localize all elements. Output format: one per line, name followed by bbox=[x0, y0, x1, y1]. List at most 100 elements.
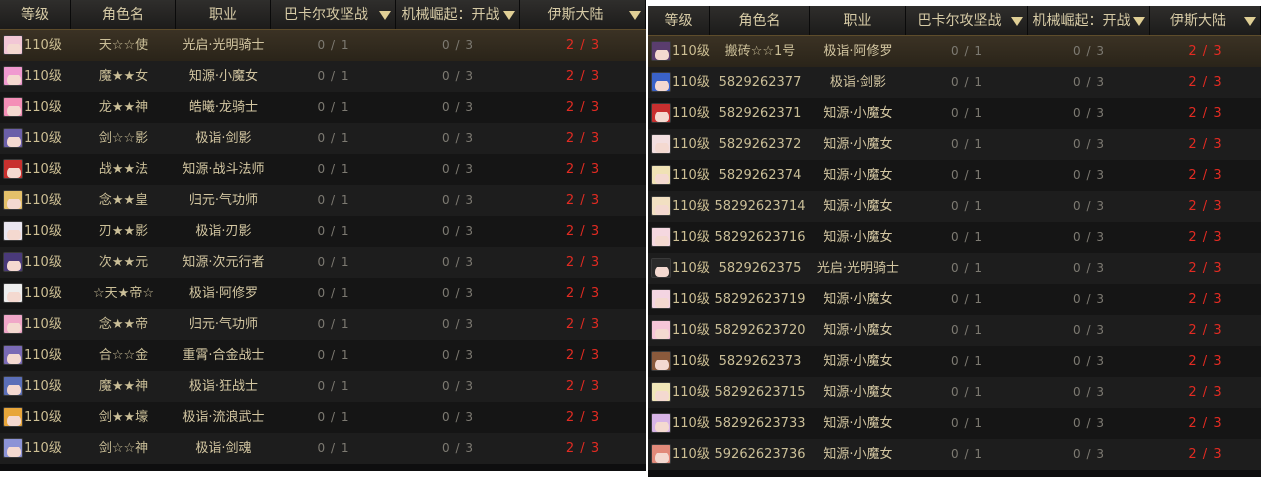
dropdown-arrow-icon bbox=[1011, 17, 1023, 26]
header-level[interactable]: 等级 bbox=[0, 0, 71, 30]
bakal-count: 0 / 1 bbox=[317, 224, 350, 238]
header-dungeon-mech-dropdown[interactable]: 机械崛起：开战 bbox=[396, 0, 520, 30]
character-name: 58292623719 bbox=[714, 292, 806, 307]
character-job: 皓曦·龙骑士 bbox=[188, 100, 259, 115]
character-row[interactable]: 110级 魔★★神 极诣·狂战士 0 / 1 0 / 3 2 / 3 bbox=[0, 371, 646, 402]
character-name: 战★★法 bbox=[98, 162, 149, 177]
character-row[interactable]: 110级 58292623714 知源·小魔女 0 / 1 0 / 3 2 / 3 bbox=[648, 191, 1261, 222]
character-name: 魔★★女 bbox=[98, 69, 149, 84]
character-row[interactable]: 110级 58292623720 知源·小魔女 0 / 1 0 / 3 2 / 3 bbox=[648, 315, 1261, 346]
istia-count: 2 / 3 bbox=[565, 69, 601, 84]
character-name: 5829262377 bbox=[718, 75, 802, 90]
character-row[interactable]: 110级 58292623715 知源·小魔女 0 / 1 0 / 3 2 / 3 bbox=[648, 377, 1261, 408]
character-level-text: 110级 bbox=[672, 75, 710, 90]
character-name: 58292623715 bbox=[714, 385, 806, 400]
character-level-text: 110级 bbox=[24, 193, 62, 208]
character-row[interactable]: 110级 合☆☆金 重霄·合金战士 0 / 1 0 / 3 2 / 3 bbox=[0, 340, 646, 371]
character-level: 110级 bbox=[0, 402, 71, 433]
character-level-text: 110级 bbox=[24, 100, 62, 115]
character-row[interactable]: 110级 5829262371 知源·小魔女 0 / 1 0 / 3 2 / 3 bbox=[648, 98, 1261, 129]
header-name[interactable]: 角色名 bbox=[71, 0, 176, 30]
character-level: 110级 bbox=[648, 160, 710, 191]
character-row[interactable]: 110级 搬砖☆☆1号 极诣·阿修罗 0 / 1 0 / 3 2 / 3 bbox=[648, 35, 1261, 68]
header-dungeon-mech-dropdown[interactable]: 机械崛起：开战 bbox=[1028, 6, 1150, 36]
mech-count: 0 / 3 bbox=[1073, 261, 1105, 275]
character-name: 合☆☆金 bbox=[98, 348, 149, 363]
character-job: 知源·小魔女 bbox=[823, 447, 893, 462]
character-level-text: 110级 bbox=[672, 385, 710, 400]
character-row[interactable]: 110级 5829262372 知源·小魔女 0 / 1 0 / 3 2 / 3 bbox=[648, 129, 1261, 160]
character-avatar-icon bbox=[651, 289, 671, 309]
character-level: 110级 bbox=[0, 30, 71, 61]
bakal-count: 0 / 1 bbox=[951, 292, 983, 306]
character-job: 极诣·狂战士 bbox=[188, 379, 259, 394]
character-job: 极诣·剑影 bbox=[829, 75, 887, 90]
character-avatar-icon bbox=[3, 190, 23, 210]
header-name[interactable]: 角色名 bbox=[710, 6, 810, 36]
header-job[interactable]: 职业 bbox=[810, 6, 906, 36]
character-level: 110级 bbox=[0, 371, 71, 402]
istia-count: 2 / 3 bbox=[1188, 199, 1223, 214]
character-level-text: 110级 bbox=[24, 286, 62, 301]
character-row[interactable]: 110级 58292623719 知源·小魔女 0 / 1 0 / 3 2 / 3 bbox=[648, 284, 1261, 315]
istia-count: 2 / 3 bbox=[1188, 75, 1223, 90]
character-row[interactable]: 110级 58292623716 知源·小魔女 0 / 1 0 / 3 2 / 3 bbox=[648, 222, 1261, 253]
mech-count: 0 / 3 bbox=[442, 100, 474, 114]
character-row[interactable]: 110级 刃★★影 极诣·刃影 0 / 1 0 / 3 2 / 3 bbox=[0, 216, 646, 247]
character-avatar-icon bbox=[651, 258, 671, 278]
character-row[interactable]: 110级 剑☆☆神 极诣·剑魂 0 / 1 0 / 3 2 / 3 bbox=[0, 433, 646, 464]
character-level: 110级 bbox=[648, 284, 710, 315]
character-row[interactable]: 110级 战★★法 知源·战斗法师 0 / 1 0 / 3 2 / 3 bbox=[0, 154, 646, 185]
character-row[interactable]: 110级 5829262373 知源·小魔女 0 / 1 0 / 3 2 / 3 bbox=[648, 346, 1261, 377]
character-row[interactable]: 110级 念★★帝 归元·气功师 0 / 1 0 / 3 2 / 3 bbox=[0, 309, 646, 340]
bakal-count: 0 / 1 bbox=[951, 447, 983, 461]
character-level: 110级 bbox=[648, 36, 710, 67]
bakal-count: 0 / 1 bbox=[317, 255, 350, 269]
mech-count: 0 / 3 bbox=[442, 255, 474, 269]
character-name: 剑☆☆神 bbox=[98, 441, 149, 456]
character-row[interactable]: 110级 5829262374 知源·小魔女 0 / 1 0 / 3 2 / 3 bbox=[648, 160, 1261, 191]
header-dungeon-bakal-dropdown[interactable]: 巴卡尔攻坚战 bbox=[271, 0, 396, 30]
character-row[interactable]: 110级 5829262377 极诣·剑影 0 / 1 0 / 3 2 / 3 bbox=[648, 67, 1261, 98]
header-dungeon-istia-dropdown[interactable]: 伊斯大陆 bbox=[1150, 6, 1261, 36]
character-row[interactable]: 110级 天☆☆使 光启·光明骑士 0 / 1 0 / 3 2 / 3 bbox=[0, 29, 646, 62]
character-level-text: 110级 bbox=[24, 162, 62, 177]
character-level-text: 110级 bbox=[672, 199, 710, 214]
character-row[interactable]: 110级 魔★★女 知源·小魔女 0 / 1 0 / 3 2 / 3 bbox=[0, 61, 646, 92]
character-avatar-icon bbox=[3, 221, 23, 241]
mech-count: 0 / 3 bbox=[442, 131, 474, 145]
character-name: 天☆☆使 bbox=[98, 38, 149, 53]
character-row[interactable]: 110级 58292623733 知源·小魔女 0 / 1 0 / 3 2 / 3 bbox=[648, 408, 1261, 439]
character-row[interactable]: 110级 剑★★壕 极诣·流浪武士 0 / 1 0 / 3 2 / 3 bbox=[0, 402, 646, 433]
mech-count: 0 / 3 bbox=[1073, 447, 1105, 461]
character-job: 知源·小魔女 bbox=[823, 199, 893, 214]
header-dungeon-istia-dropdown[interactable]: 伊斯大陆 bbox=[520, 0, 646, 30]
character-level-text: 110级 bbox=[672, 292, 710, 307]
character-avatar-icon bbox=[651, 227, 671, 247]
character-row[interactable]: 110级 次★★元 知源·次元行者 0 / 1 0 / 3 2 / 3 bbox=[0, 247, 646, 278]
character-job: 知源·小魔女 bbox=[823, 137, 893, 152]
character-row[interactable]: 110级 龙★★神 皓曦·龙骑士 0 / 1 0 / 3 2 / 3 bbox=[0, 92, 646, 123]
bakal-count: 0 / 1 bbox=[317, 286, 350, 300]
character-row[interactable]: 110级 剑☆☆影 极诣·剑影 0 / 1 0 / 3 2 / 3 bbox=[0, 123, 646, 154]
character-avatar-icon bbox=[651, 320, 671, 340]
character-row[interactable]: 110级 59262623736 知源·小魔女 0 / 1 0 / 3 2 / 3 bbox=[648, 439, 1261, 470]
character-row[interactable]: 110级 5829262375 光启·光明骑士 0 / 1 0 / 3 2 / 3 bbox=[648, 253, 1261, 284]
character-avatar-icon bbox=[3, 314, 23, 334]
character-level: 110级 bbox=[0, 123, 71, 154]
mech-count: 0 / 3 bbox=[442, 69, 474, 83]
character-level-text: 110级 bbox=[24, 441, 62, 456]
istia-count: 2 / 3 bbox=[565, 100, 601, 115]
character-row[interactable]: 110级 念★★皇 归元·气功师 0 / 1 0 / 3 2 / 3 bbox=[0, 185, 646, 216]
istia-count: 2 / 3 bbox=[565, 348, 601, 363]
header-level[interactable]: 等级 bbox=[648, 6, 710, 36]
character-row[interactable]: 110级 ☆天★帝☆ 极诣·阿修罗 0 / 1 0 / 3 2 / 3 bbox=[0, 278, 646, 309]
header-dungeon-bakal-dropdown[interactable]: 巴卡尔攻坚战 bbox=[906, 6, 1028, 36]
header-job[interactable]: 职业 bbox=[176, 0, 271, 30]
character-avatar-icon bbox=[3, 35, 23, 55]
character-name: 5829262374 bbox=[718, 168, 802, 183]
character-avatar-icon bbox=[3, 376, 23, 396]
character-level-text: 110级 bbox=[24, 224, 62, 239]
character-level-text: 110级 bbox=[24, 348, 62, 363]
mech-count: 0 / 3 bbox=[1073, 199, 1105, 213]
